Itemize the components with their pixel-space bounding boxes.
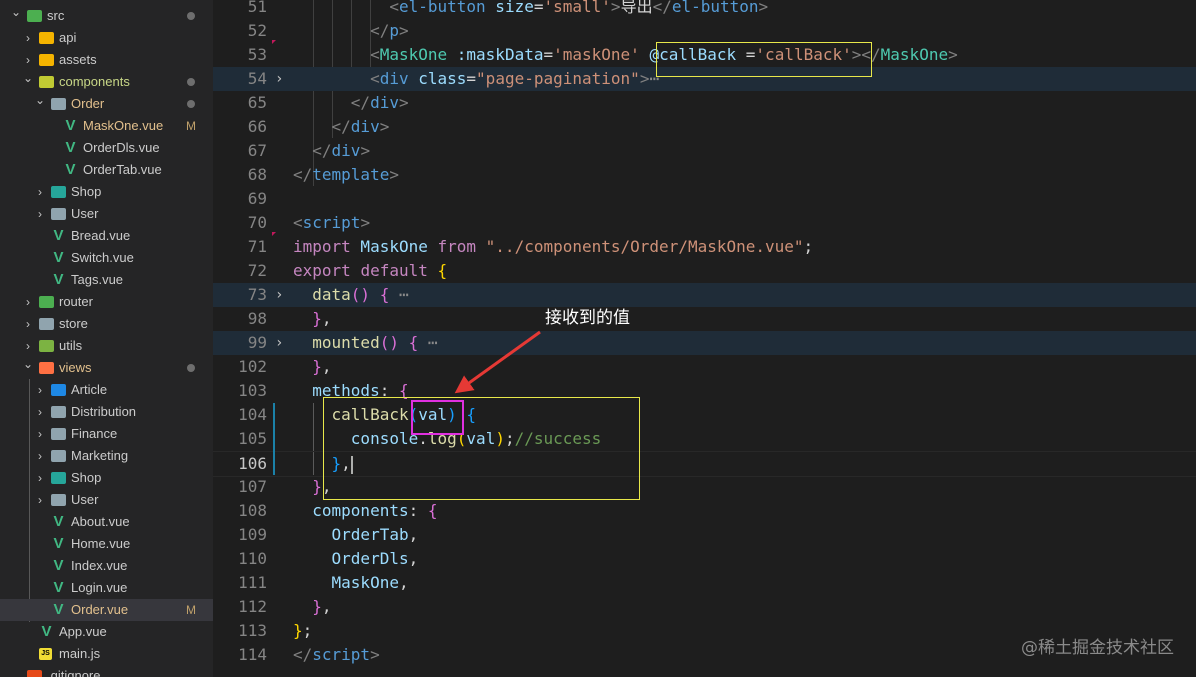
- annotation-label: 接收到的值: [545, 308, 630, 328]
- watermark: @稀土掘金技术社区: [1021, 638, 1174, 658]
- annotation-arrow: [454, 330, 541, 394]
